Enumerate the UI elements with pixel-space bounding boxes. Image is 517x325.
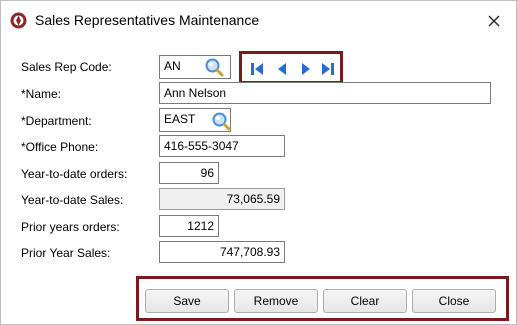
prior-orders-value: 1212 — [187, 219, 214, 233]
prior-orders-label: Prior years orders: — [21, 220, 120, 234]
sales-rep-code-value: AN — [164, 59, 181, 73]
first-record-icon[interactable] — [250, 62, 264, 76]
prior-sales-label: Prior Year Sales: — [21, 246, 111, 260]
save-button[interactable]: Save — [145, 289, 229, 313]
record-navigation — [239, 51, 343, 84]
name-label: *Name: — [21, 87, 62, 101]
title-bar: Sales Representatives Maintenance — [1, 1, 516, 39]
window-title: Sales Representatives Maintenance — [35, 12, 260, 28]
magnifier-icon[interactable] — [204, 57, 224, 77]
sales-rep-code-label: Sales Rep Code: — [21, 60, 112, 74]
ytd-orders-label: Year-to-date orders: — [21, 167, 128, 181]
ytd-orders-field[interactable]: 96 — [159, 162, 219, 184]
remove-button[interactable]: Remove — [234, 289, 318, 313]
next-record-icon[interactable] — [299, 62, 313, 76]
previous-record-icon[interactable] — [275, 62, 289, 76]
department-value: EAST — [164, 112, 196, 126]
ytd-sales-value: 73,065.59 — [226, 192, 280, 206]
ytd-sales-field: 73,065.59 — [159, 188, 285, 210]
office-phone-value: 416-555-3047 — [164, 139, 239, 153]
close-window-button[interactable] — [479, 7, 509, 35]
prior-orders-field[interactable]: 1212 — [159, 215, 219, 237]
prior-sales-value: 747,708.93 — [219, 245, 280, 259]
ytd-orders-value: 96 — [200, 166, 214, 180]
action-buttons: Save Remove Clear Close — [136, 276, 509, 321]
prior-sales-field[interactable]: 747,708.93 — [159, 241, 285, 263]
office-phone-label: *Office Phone: — [21, 140, 99, 154]
clear-button[interactable]: Clear — [323, 289, 407, 313]
magnifier-icon[interactable] — [211, 111, 231, 131]
office-phone-field[interactable]: 416-555-3047 — [159, 135, 285, 157]
close-button[interactable]: Close — [412, 289, 496, 313]
app-logo-icon — [10, 12, 27, 29]
name-field[interactable]: Ann Nelson — [159, 82, 491, 104]
name-value: Ann Nelson — [164, 86, 227, 100]
maintenance-window: Sales Representatives Maintenance Sales … — [0, 0, 517, 325]
department-label: *Department: — [21, 114, 92, 128]
close-icon — [488, 15, 500, 27]
last-record-icon[interactable] — [321, 62, 335, 76]
ytd-sales-label: Year-to-date Sales: — [21, 193, 124, 207]
